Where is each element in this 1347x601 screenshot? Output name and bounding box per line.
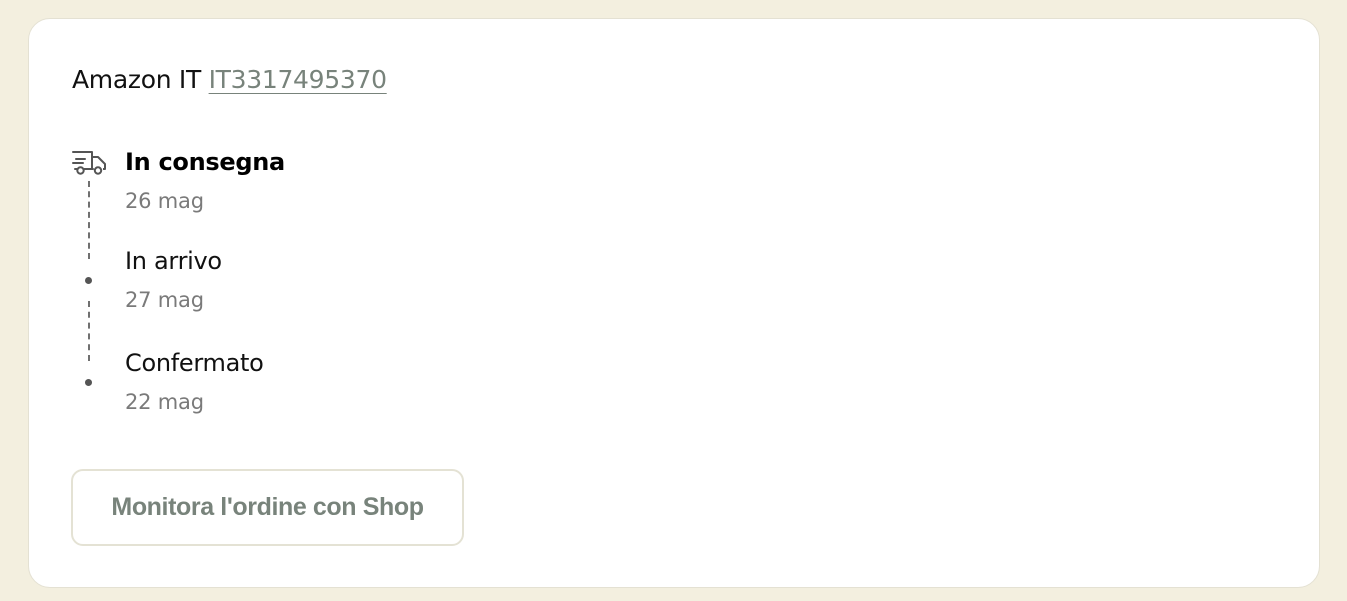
step-date: 27 mag [125, 288, 204, 312]
order-status-card: Amazon IT IT3317495370 In consegna 26 ma… [28, 18, 1320, 588]
timeline-step-in-delivery: In consegna 26 mag [125, 148, 285, 213]
step-title: In arrivo [125, 247, 222, 275]
timeline-rail [72, 149, 106, 409]
carrier-name: Amazon IT [72, 65, 201, 94]
timeline-step-confirmed: Confermato 22 mag [125, 349, 264, 414]
step-title: In consegna [125, 148, 285, 176]
timeline-connector [88, 181, 90, 259]
track-order-with-shop-button[interactable]: Monitora l'ordine con Shop [71, 469, 464, 546]
timeline-connector [88, 301, 90, 361]
order-header: Amazon IT IT3317495370 [72, 65, 387, 94]
step-date: 22 mag [125, 390, 204, 414]
tracking-number-link[interactable]: IT3317495370 [209, 65, 387, 94]
truck-icon [72, 151, 106, 175]
timeline-step-arriving: In arrivo 27 mag [125, 247, 222, 312]
step-title: Confermato [125, 349, 264, 377]
dot-icon [85, 379, 92, 386]
step-date: 26 mag [125, 189, 204, 213]
dot-icon [85, 277, 92, 284]
